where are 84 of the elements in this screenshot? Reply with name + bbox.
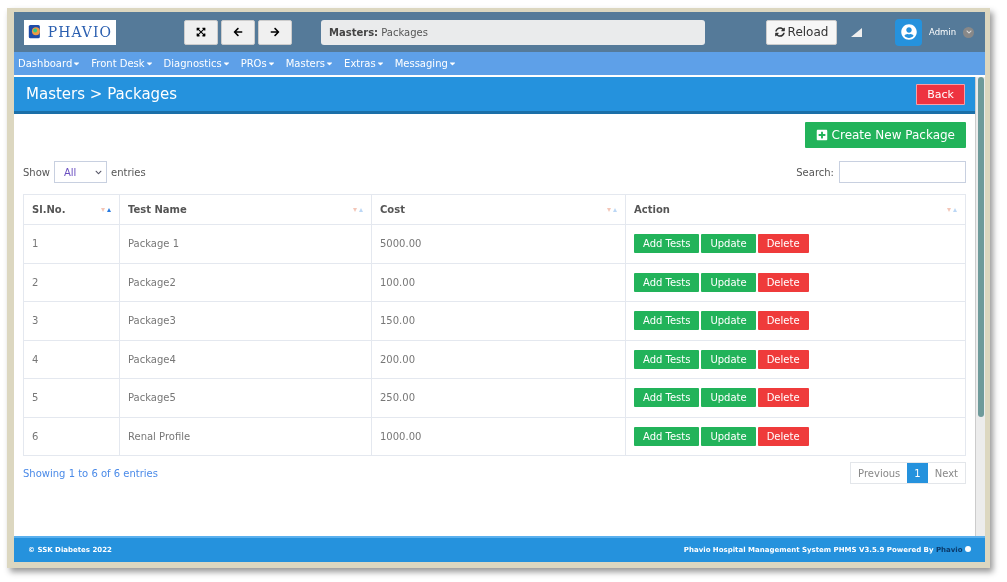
table-cell: Package3 [119,301,372,340]
nav-menu-item[interactable]: Messaging [394,58,457,69]
table-cell: 250.00 [371,378,626,417]
table-cell: 3 [23,301,120,340]
table-cell: 5 [23,378,120,417]
search-label: Search: [796,166,834,178]
action-button[interactable]: Update [701,234,756,254]
caret-icon [221,59,231,68]
action-button[interactable]: Add Tests [634,311,700,331]
nav-menu-item[interactable]: Masters [285,58,335,69]
action-button[interactable]: Delete [757,272,809,292]
caret-icon [375,59,385,68]
entries-info: Showing 1 to 6 of 6 entries [23,467,158,479]
table-cell: 4 [23,340,120,379]
action-button[interactable]: Update [701,349,756,369]
user-icon [900,24,917,40]
table-cell: Package 1 [119,224,372,263]
table-cell: Package2 [119,263,372,302]
action-button[interactable]: Add Tests [634,234,700,254]
action-button[interactable]: Add Tests [634,388,700,408]
nav-menu-item[interactable]: Extras [344,58,385,69]
pagination-link[interactable]: 1 [907,463,928,483]
action-button[interactable]: Delete [757,234,809,254]
table-cell: Renal Profile [119,417,372,456]
back-arrow-button[interactable] [221,19,255,45]
dot-icon [965,546,971,552]
column-header[interactable]: Cost [371,194,626,225]
logo: PHAVIO [24,19,116,45]
scrollbar[interactable] [975,77,985,536]
action-button[interactable]: Add Tests [634,349,700,369]
table-cell: 100.00 [371,263,626,302]
forward-arrow-button[interactable] [258,19,292,45]
table-cell: 1 [23,224,120,263]
table-cell: Package4 [119,340,372,379]
user-name[interactable]: Admin [929,27,957,37]
caret-icon [72,59,82,68]
nav-menu-item[interactable]: Dashboard [18,58,82,69]
nav-menu-item[interactable]: Front Desk [91,58,154,69]
reload-button[interactable]: Reload [766,19,837,45]
arrow-right-icon [270,27,280,37]
arrow-left-icon [233,27,243,37]
action-button[interactable]: Delete [757,311,809,331]
chevron-icon [95,168,102,176]
show-label: Show [23,166,50,178]
avatar-icon[interactable] [895,18,922,46]
chevron-icon[interactable] [963,26,975,38]
fullscreen-button[interactable] [184,19,218,45]
caret-icon [447,59,457,68]
refresh-icon [774,27,785,37]
entries-select[interactable]: All [54,161,107,183]
plus-icon [815,129,828,141]
page-title: Masters > Packages [26,85,178,103]
action-button[interactable]: Update [701,311,756,331]
caret-icon [144,59,154,68]
table-cell: 5000.00 [371,224,626,263]
table-cell: 1000.00 [371,417,626,456]
action-button[interactable]: Delete [757,349,809,369]
action-button[interactable]: Update [701,272,756,292]
column-header[interactable]: Test Name [119,194,372,225]
create-package-button[interactable]: Create New Package [804,122,966,148]
table-cell: 200.00 [371,340,626,379]
table-cell: 6 [23,417,120,456]
expand-icon [196,27,206,37]
breadcrumb-field: Masters: Packages [321,19,705,45]
column-header[interactable]: Sl.No. [23,194,120,225]
action-button[interactable]: Delete [757,426,809,446]
action-button[interactable]: Update [701,388,756,408]
table-cell: 2 [23,263,120,302]
action-button[interactable]: Add Tests [634,272,700,292]
search-field[interactable] [839,161,966,183]
sort-icon[interactable] [101,206,111,213]
signal-icon [851,27,862,37]
caret-icon [266,59,276,68]
action-button[interactable]: Update [701,426,756,446]
table-cell: 150.00 [371,301,626,340]
nav-menu-item[interactable]: Diagnostics [163,58,231,69]
caret-icon [325,59,335,68]
nav-menu-item[interactable]: PROs [240,58,276,69]
column-header[interactable]: Action [625,194,966,225]
entries-label: entries [111,166,146,178]
action-button[interactable]: Delete [757,388,809,408]
back-button[interactable]: Back [916,83,965,105]
action-button[interactable]: Add Tests [634,426,700,446]
table-cell: Package5 [119,378,372,417]
